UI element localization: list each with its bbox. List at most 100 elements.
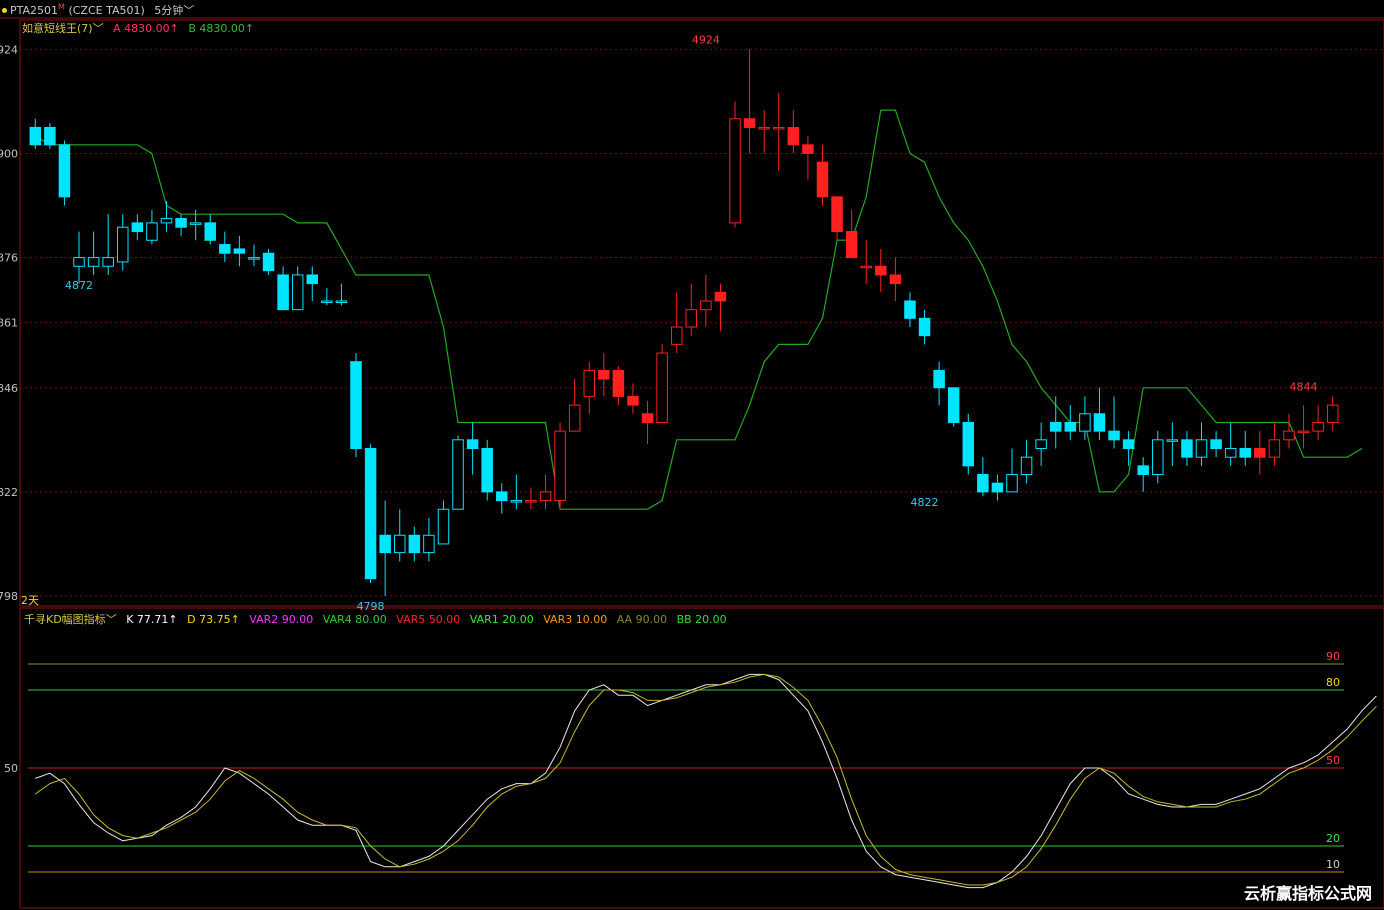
- candle-body: [44, 126, 56, 146]
- candle-body: [219, 244, 231, 254]
- candle-body: [393, 534, 406, 554]
- candle-body: [277, 274, 289, 311]
- candle-body: [670, 326, 683, 345]
- candle-body: [73, 257, 85, 267]
- kd-level-label: 20: [1326, 832, 1340, 845]
- symbol-header[interactable]: PTA2501M (CZCE TA501) 5分钟﹀: [0, 2, 194, 18]
- candle-body: [364, 447, 377, 580]
- candle-body: [1152, 439, 1164, 476]
- candle-body: [787, 126, 800, 146]
- symbol-flag: M: [58, 2, 65, 12]
- kd-series-k: [35, 673, 1377, 889]
- candle-body: [481, 447, 493, 493]
- candle-body: [335, 300, 348, 303]
- candle-body: [991, 482, 1004, 493]
- candle-body: [1297, 430, 1310, 434]
- candle-body: [568, 404, 581, 432]
- candle-body: [1137, 465, 1149, 476]
- candle-body: [714, 291, 727, 302]
- main-panel-frame: [19, 19, 1384, 607]
- contract-code: (CZCE TA501): [68, 4, 145, 17]
- kd-level-label: 80: [1326, 676, 1340, 689]
- kd-aa-value: AA 90.00: [616, 613, 668, 626]
- candle-body: [889, 274, 902, 285]
- main-indicator-name[interactable]: 如意短线王(7): [22, 22, 93, 35]
- candle-body: [1268, 439, 1281, 458]
- candle-body: [175, 218, 187, 228]
- candle-body: [102, 257, 114, 267]
- kd-level-label: 10: [1326, 858, 1340, 871]
- candle-body: [1108, 430, 1120, 441]
- candle-body: [262, 252, 275, 272]
- indicator-a-value: A 4830.00↑: [113, 22, 179, 35]
- chevron-down-icon[interactable]: ﹀: [183, 4, 194, 17]
- candle-body: [1093, 413, 1106, 432]
- candle-body: [977, 474, 989, 493]
- y-tick-label: 861: [0, 317, 18, 330]
- indicator-menu-chevron-icon[interactable]: ﹀: [93, 22, 104, 35]
- candle-body: [1181, 439, 1193, 458]
- kd-bb-value: BB 20.00: [676, 613, 727, 626]
- candle-body: [656, 352, 668, 423]
- kd-menu-chevron-icon[interactable]: ﹀: [106, 613, 117, 626]
- y-tick-label: 822: [0, 486, 18, 499]
- candle-body: [1122, 439, 1135, 449]
- candle-body: [1020, 456, 1033, 476]
- candle-body: [1166, 439, 1179, 442]
- chart-canvas[interactable]: 924900876861846822798 2天49244872479848224…: [0, 0, 1384, 910]
- candle-body: [773, 126, 785, 130]
- price-annotation: 4822: [911, 496, 939, 509]
- kd-level-label: 90: [1326, 650, 1340, 663]
- period-label: 5分钟: [154, 4, 184, 17]
- candle-body: [146, 222, 158, 241]
- candle-body: [918, 317, 931, 337]
- candle-body: [1195, 439, 1208, 458]
- candle-body: [306, 274, 319, 285]
- candle-body: [758, 126, 770, 130]
- candle-body: [729, 118, 741, 224]
- kd-var4-value: VAR4 80.00: [322, 613, 387, 626]
- main-indicator-legend[interactable]: 如意短线王(7)﹀ A 4830.00↑ B 4830.00↑: [22, 20, 254, 36]
- candle-body: [1006, 474, 1018, 493]
- candle-body: [875, 265, 887, 276]
- candle-body: [423, 534, 435, 554]
- candle-body: [1210, 439, 1222, 449]
- candle-body: [466, 439, 479, 449]
- chart-window[interactable]: 924 900 876 861 846 822 798 2天 4924 4872 4798 4822 4…: [0, 0, 1384, 910]
- status-dot-icon: [2, 8, 7, 13]
- candle-body: [831, 196, 843, 233]
- period-selector[interactable]: 5分钟﹀: [154, 4, 194, 17]
- candle-body: [685, 309, 698, 328]
- candle-body: [627, 395, 639, 406]
- candle-body: [583, 369, 595, 397]
- candle-body: [160, 218, 173, 224]
- candle-body: [1049, 421, 1062, 432]
- kd-k-value: K 77.71↑: [126, 613, 178, 626]
- kd-series-d: [35, 673, 1377, 886]
- candle-body: [248, 257, 260, 260]
- kd-var3-value: VAR3 10.00: [543, 613, 608, 626]
- candle-body: [947, 387, 960, 423]
- candle-body: [291, 274, 304, 311]
- candle-body: [1035, 439, 1047, 449]
- candle-body: [189, 222, 202, 225]
- sub-period-label: 2天: [21, 594, 39, 607]
- candle-body: [962, 421, 975, 467]
- candle-body: [408, 534, 421, 554]
- y-tick-label: 924: [0, 43, 18, 56]
- y-tick-label: 900: [0, 147, 18, 160]
- candle-body: [598, 369, 610, 380]
- kd-y-tick-label: 50: [4, 762, 18, 775]
- y-tick-label: 876: [0, 252, 18, 265]
- watermark-text: 云析赢指标公式网: [1243, 884, 1372, 903]
- kd-indicator-legend[interactable]: 千寻KD幅图指标﹀ K 77.71↑ D 73.75↑ VAR2 90.00 V…: [24, 611, 727, 627]
- candle-body: [641, 413, 654, 423]
- candle-body: [1283, 430, 1295, 441]
- candle-body: [1239, 447, 1251, 458]
- candle-body: [933, 369, 945, 389]
- candle-body: [816, 161, 829, 198]
- candle-body: [117, 226, 129, 263]
- candle-body: [1224, 447, 1237, 458]
- kd-indicator-name[interactable]: 千寻KD幅图指标: [24, 613, 106, 626]
- candle-body: [496, 491, 508, 502]
